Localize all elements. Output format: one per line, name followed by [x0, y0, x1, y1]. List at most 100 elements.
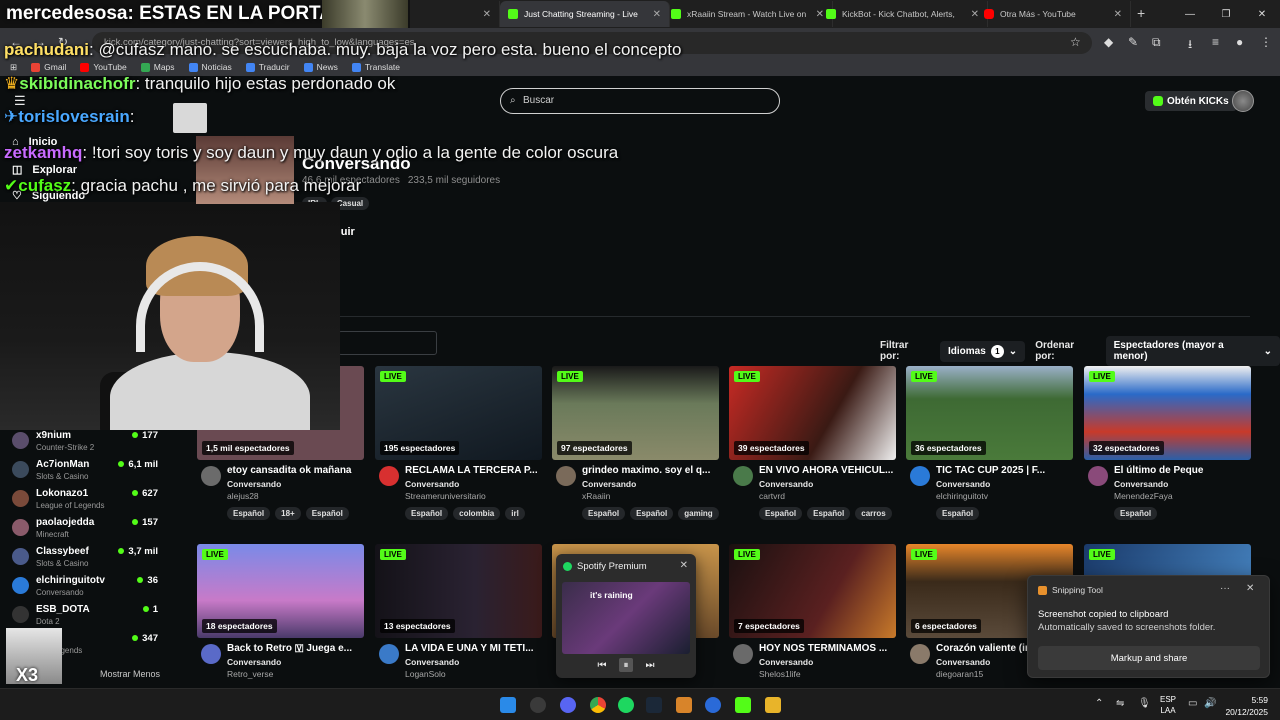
avatar[interactable] [1232, 90, 1254, 112]
languages-dropdown[interactable]: Idiomas 1 ⌄ [940, 340, 1026, 362]
close-window-icon[interactable]: ✕ [1244, 0, 1280, 28]
channel-avatar[interactable] [379, 466, 399, 486]
spotify-mini-player[interactable]: Spotify Premium ✕ it's raining ⏮ ⏸ ⏭ [556, 554, 696, 678]
sidebar-channel[interactable]: paolaojedda Minecraft 157 [12, 515, 162, 543]
network-icon[interactable]: ⇋ [1116, 698, 1124, 709]
channel-name[interactable]: LoganSolo [405, 669, 446, 679]
stream-title[interactable]: LA VIDA E UNA Y MI TETI... [405, 643, 542, 654]
tag-pill[interactable]: Español [227, 507, 271, 520]
extensions-puzzle-icon[interactable]: ⧉ [1152, 35, 1161, 50]
more-options-icon[interactable]: ··· [1220, 583, 1230, 594]
bookmark-news[interactable]: News [303, 62, 338, 72]
file-explorer-icon[interactable] [765, 697, 781, 713]
stream-thumbnail[interactable]: LIVE 195 espectadores [375, 366, 542, 460]
channel-name[interactable]: Streameruniversitario [405, 491, 486, 501]
tag-pill[interactable]: Español [405, 507, 449, 520]
bookmark-maps[interactable]: Maps [140, 62, 175, 72]
reading-list-icon[interactable]: ≡ [1212, 35, 1219, 49]
start-icon[interactable] [500, 697, 516, 713]
get-kicks-button[interactable]: Obtén KICKs [1145, 91, 1237, 111]
channel-avatar[interactable] [910, 644, 930, 664]
app-icon[interactable] [530, 697, 546, 713]
menu-dots-icon[interactable]: ⋮ [1260, 35, 1272, 49]
tab-xraaiin[interactable]: xRaaiin Stream - Watch Live on ✕ [663, 1, 833, 27]
stream-card[interactable]: LIVE 195 espectadores RECLAMA LA TERCERA… [375, 366, 542, 526]
tag-pill[interactable]: carros [855, 507, 892, 520]
profile-icon[interactable]: ● [1236, 35, 1243, 49]
bookmark-star-icon[interactable]: ☆ [1070, 35, 1081, 49]
tag-pill[interactable]: Español [582, 507, 626, 520]
stream-card[interactable]: LIVE 39 espectadores EN VIVO AHORA VEHIC… [729, 366, 896, 526]
stream-category[interactable]: Conversando [405, 657, 459, 667]
sidebar-channel[interactable]: ESB_DOTA Dota 2 1 [12, 602, 162, 630]
stream-title[interactable]: HOY NOS TERMINAMOS ... [759, 643, 896, 654]
stream-card[interactable]: LIVE 32 espectadores El último de Peque … [1084, 366, 1251, 526]
notification-toast[interactable]: Snipping Tool ··· ✕ Screenshot copied to… [1027, 575, 1270, 678]
tag-pill[interactable]: colombia [453, 507, 501, 520]
stream-thumbnail[interactable]: LIVE 7 espectadores [729, 544, 896, 638]
tab-just-chatting[interactable]: Just Chatting Streaming - Live ✕ [500, 1, 670, 27]
stream-category[interactable]: Conversando [936, 657, 990, 667]
sidebar-channel[interactable]: Lokonazo1 League of Legends 627 [12, 486, 162, 514]
channel-name[interactable]: MenendezFaya [1114, 491, 1173, 501]
bookmark-noticias[interactable]: Noticias [188, 62, 232, 72]
app-icon[interactable] [705, 697, 721, 713]
close-icon[interactable]: ✕ [1114, 9, 1122, 20]
stream-category[interactable]: Conversando [759, 657, 813, 667]
stream-card[interactable]: LIVE 7 espectadores HOY NOS TERMINAMOS .… [729, 544, 896, 704]
stream-category[interactable]: Conversando [759, 479, 813, 489]
stream-title[interactable]: grindeo maximo. soy el q... [582, 465, 719, 476]
stream-thumbnail[interactable]: LIVE 18 espectadores [197, 544, 364, 638]
play-pause-icon[interactable]: ⏸ [619, 658, 633, 672]
tag-pill[interactable]: Español [305, 507, 349, 520]
stream-category[interactable]: Conversando [227, 657, 281, 667]
display-icon[interactable]: ▭ [1188, 698, 1197, 709]
channel-name[interactable]: diegoaran15 [936, 669, 983, 679]
bookmark-translate[interactable]: Translate [351, 62, 400, 72]
markup-and-share-button[interactable]: Markup and share [1038, 646, 1260, 670]
stream-title[interactable]: Back to Retro 🇻 Juega e... [227, 643, 364, 654]
clock[interactable]: 5:59 20/12/2025 [1225, 694, 1268, 718]
chrome-icon[interactable] [590, 697, 606, 713]
stream-card[interactable]: LIVE 13 espectadores LA VIDA E UNA Y MI … [375, 544, 542, 704]
extension-icon[interactable]: ◆ [1104, 35, 1113, 49]
stream-card[interactable]: LIVE 97 espectadores grindeo maximo. soy… [552, 366, 719, 526]
channel-avatar[interactable] [733, 466, 753, 486]
channel-name[interactable]: cartvrd [759, 491, 785, 501]
bookmark-traducir[interactable]: Traducir [245, 62, 290, 72]
tag-pill[interactable]: 18+ [275, 507, 301, 520]
maximize-icon[interactable]: ❐ [1208, 0, 1244, 28]
previous-track-icon[interactable]: ⏮ [595, 658, 609, 672]
close-icon[interactable]: ✕ [653, 9, 661, 20]
minimize-icon[interactable]: — [1172, 0, 1208, 28]
steam-icon[interactable] [646, 697, 662, 713]
stream-title[interactable]: El último de Peque [1114, 465, 1251, 476]
sidebar-channel[interactable]: Classybeef Slots & Casino 3,7 mil [12, 544, 162, 572]
bookmark-youtube[interactable]: YouTube [80, 62, 127, 72]
tab-youtube[interactable]: Otra Más - YouTube ✕ [976, 1, 1131, 27]
next-track-icon[interactable]: ⏭ [643, 658, 657, 672]
kick-icon[interactable] [735, 697, 751, 713]
close-icon[interactable]: ✕ [483, 9, 491, 20]
channel-name[interactable]: alejus28 [227, 491, 259, 501]
app-icon[interactable] [676, 697, 692, 713]
stream-thumbnail[interactable]: LIVE 36 espectadores [906, 366, 1073, 460]
nav-explorar[interactable]: ◫ Explorar [12, 163, 77, 177]
channel-name[interactable]: elchiringuitotv [936, 491, 988, 501]
stream-thumbnail[interactable]: LIVE 32 espectadores [1084, 366, 1251, 460]
stream-thumbnail[interactable]: LIVE 39 espectadores [729, 366, 896, 460]
stream-category[interactable]: Conversando [1114, 479, 1168, 489]
tag-pill[interactable]: Español [1114, 507, 1158, 520]
language-indicator[interactable]: ESP LAA [1160, 694, 1176, 716]
channel-name[interactable]: Shelos1life [759, 669, 801, 679]
close-icon[interactable]: ✕ [680, 560, 688, 571]
tag-pill[interactable]: gaming [678, 507, 719, 520]
apps-grid-icon[interactable]: ⊞ [10, 62, 17, 73]
sidebar-channel[interactable]: x9nium Counter-Strike 2 177 [12, 428, 162, 456]
search-input[interactable]: ⌕ Buscar [500, 88, 780, 114]
channel-filter-input[interactable] [338, 331, 437, 355]
channel-avatar[interactable] [556, 466, 576, 486]
stream-category[interactable]: Conversando [936, 479, 990, 489]
stream-title[interactable]: TIC TAC CUP 2025 | F... [936, 465, 1073, 476]
tag-pill[interactable]: irl [505, 507, 525, 520]
